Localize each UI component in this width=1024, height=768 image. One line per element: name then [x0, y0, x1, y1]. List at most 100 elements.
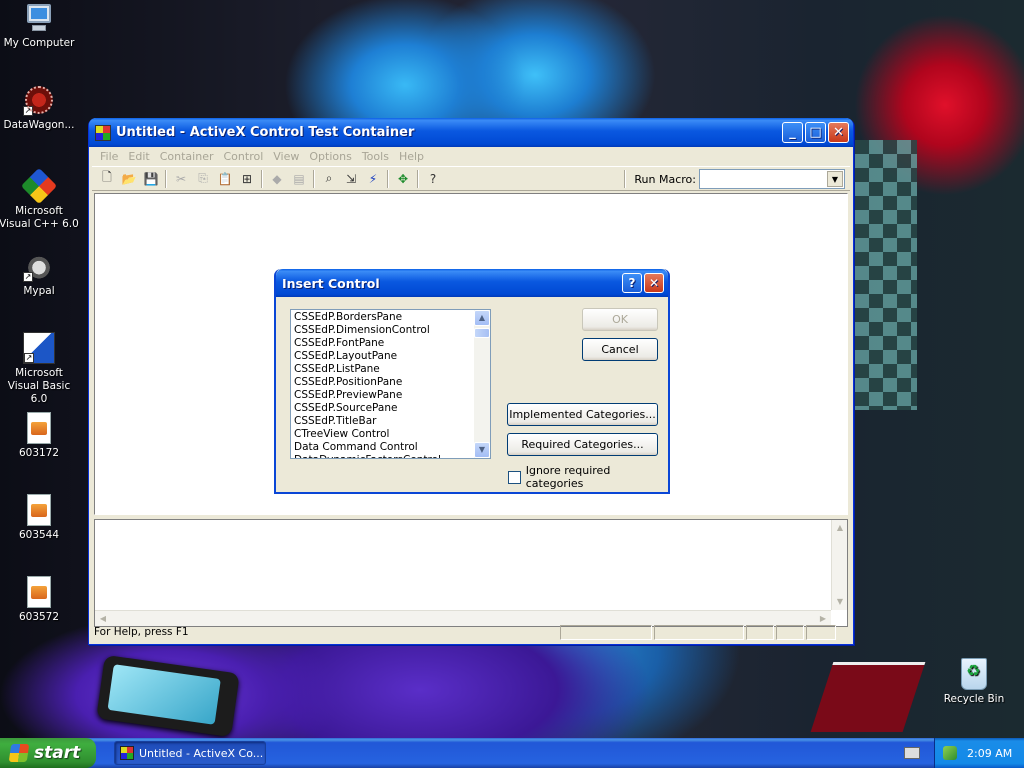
- chevron-down-icon[interactable]: ▼: [827, 171, 843, 187]
- dialog-help-button[interactable]: ?: [622, 273, 642, 293]
- controls-list: CSSEdP.BordersPane CSSEdP.DimensionContro…: [293, 311, 473, 458]
- ok-button[interactable]: OK: [582, 308, 658, 331]
- desktop-icon-label: 603172: [18, 447, 60, 459]
- close-button[interactable]: ✕: [828, 122, 849, 143]
- desktop-icon-603544[interactable]: 603544: [0, 494, 80, 542]
- list-item[interactable]: CSSEdP.BordersPane: [293, 311, 473, 324]
- scroll-down-icon[interactable]: ▼: [474, 442, 490, 458]
- list-item[interactable]: Data Command Control: [293, 441, 473, 454]
- list-item[interactable]: CSSEdP.PreviewPane: [293, 389, 473, 402]
- output-pane[interactable]: ▲ ▼ ◀ ▶: [94, 519, 848, 627]
- menu-file[interactable]: File: [95, 150, 123, 163]
- listbox-scrollbar[interactable]: ▲ ▼: [474, 310, 490, 458]
- desktop-icon-visual-cpp[interactable]: Microsoft Visual C++ 6.0: [0, 167, 80, 231]
- list-item[interactable]: CSSEdP.TitleBar: [293, 415, 473, 428]
- scroll-thumb[interactable]: [474, 328, 490, 338]
- toolbar-separator: [624, 170, 627, 188]
- help-icon[interactable]: ?: [422, 168, 444, 190]
- menu-view[interactable]: View: [268, 150, 304, 163]
- activex-app-icon: [120, 746, 134, 760]
- activex-app-icon[interactable]: [95, 124, 111, 141]
- dialog-title: Insert Control: [282, 275, 380, 291]
- taskbar: start Untitled - ActiveX Co... 2:09 AM: [0, 738, 1024, 768]
- list-item[interactable]: CSSEdP.LayoutPane: [293, 350, 473, 363]
- minimize-button[interactable]: _: [782, 122, 803, 143]
- toolbar-separator: [417, 169, 419, 188]
- menu-options[interactable]: Options: [304, 150, 356, 163]
- run-macro-label: Run Macro:: [634, 172, 696, 186]
- desktop-icon-label: Microsoft Visual Basic 6.0: [7, 367, 71, 405]
- scroll-up-icon[interactable]: ▲: [832, 520, 848, 536]
- desktop-icon-visual-basic[interactable]: ↗ Microsoft Visual Basic 6.0: [0, 332, 80, 406]
- menu-control[interactable]: Control: [219, 150, 269, 163]
- status-pane: [654, 624, 744, 640]
- save-stream-icon[interactable]: ⇲: [340, 168, 362, 190]
- list-item[interactable]: CSSEdP.PositionPane: [293, 376, 473, 389]
- open-icon[interactable]: 📂: [118, 168, 140, 190]
- list-item[interactable]: CSSEdP.SourcePane: [293, 402, 473, 415]
- keyboard-icon[interactable]: [904, 747, 920, 759]
- start-button[interactable]: start: [0, 738, 96, 768]
- paste-icon[interactable]: 📋: [214, 168, 236, 190]
- system-tray: 2:09 AM: [934, 738, 1024, 768]
- properties-icon[interactable]: ▤: [288, 168, 310, 190]
- menu-help[interactable]: Help: [394, 150, 429, 163]
- desktop-icon-603572[interactable]: 603572: [0, 576, 80, 624]
- run-macro-combo[interactable]: ▼: [699, 169, 845, 189]
- desktop-icon-datawagon[interactable]: ↗ DataWagon...: [0, 84, 80, 132]
- main-window-titlebar[interactable]: Untitled - ActiveX Control Test Containe…: [89, 118, 853, 147]
- computer-icon: [23, 2, 55, 34]
- dialog-close-button[interactable]: ✕: [644, 273, 664, 293]
- events-icon[interactable]: ⚡: [362, 168, 384, 190]
- list-item[interactable]: CSSEdP.ListPane: [293, 363, 473, 376]
- clock[interactable]: 2:09 AM: [967, 747, 1012, 760]
- new-icon[interactable]: 🗋: [96, 168, 118, 190]
- main-window-title: Untitled - ActiveX Control Test Containe…: [116, 125, 415, 140]
- taskbar-item-label: Untitled - ActiveX Co...: [139, 746, 264, 760]
- cut-icon[interactable]: ✂: [170, 168, 192, 190]
- menu-container[interactable]: Container: [155, 150, 219, 163]
- controls-listbox[interactable]: CSSEdP.BordersPane CSSEdP.DimensionContro…: [290, 309, 491, 459]
- save-icon[interactable]: 💾: [140, 168, 162, 190]
- list-item[interactable]: DataDynamicFactorsControl: [293, 454, 473, 458]
- recycle-bin-icon: [961, 658, 987, 690]
- list-item[interactable]: CSSEdP.DimensionControl: [293, 324, 473, 337]
- design-mode-icon[interactable]: ⌕: [318, 168, 340, 190]
- menu-edit[interactable]: Edit: [123, 150, 154, 163]
- insert-control-icon[interactable]: ⊞: [236, 168, 258, 190]
- desktop-icon-my-computer[interactable]: My Computer: [0, 2, 80, 50]
- scroll-down-icon[interactable]: ▼: [832, 594, 848, 610]
- file-icon: [27, 576, 51, 608]
- status-pane: [776, 624, 804, 640]
- network-icon[interactable]: [943, 746, 957, 760]
- implemented-categories-button[interactable]: Implemented Categories...: [507, 403, 658, 426]
- desktop-icon-recycle-bin[interactable]: Recycle Bin: [933, 658, 1015, 706]
- list-item[interactable]: CSSEdP.FontPane: [293, 337, 473, 350]
- toolbar-separator: [261, 169, 263, 188]
- resize-icon[interactable]: ✥: [392, 168, 414, 190]
- menu-tools[interactable]: Tools: [357, 150, 394, 163]
- output-vertical-scrollbar[interactable]: ▲ ▼: [831, 520, 847, 610]
- dialog-titlebar[interactable]: Insert Control ? ✕: [276, 269, 668, 297]
- toolbar-separator: [165, 169, 167, 188]
- desktop-icon-label: 603572: [18, 611, 60, 623]
- scroll-up-icon[interactable]: ▲: [474, 310, 490, 326]
- wallpaper-guitar: [810, 662, 926, 732]
- copy-icon[interactable]: ⎘: [192, 168, 214, 190]
- cancel-button[interactable]: Cancel: [582, 338, 658, 361]
- list-item[interactable]: CTreeView Control: [293, 428, 473, 441]
- visual-basic-icon: ↗: [23, 332, 55, 364]
- raccoon-icon: ↗: [23, 250, 55, 282]
- desktop-icon-mypal[interactable]: ↗ Mypal: [0, 250, 80, 298]
- status-bar: For Help, press F1: [92, 623, 850, 641]
- required-categories-button[interactable]: Required Categories...: [507, 433, 658, 456]
- file-icon: [27, 494, 51, 526]
- desktop-icon-603172[interactable]: 603172: [0, 412, 80, 460]
- desktop-icon-label: DataWagon...: [3, 119, 75, 131]
- invoke-methods-icon[interactable]: ◆: [266, 168, 288, 190]
- maximize-button[interactable]: □: [805, 122, 826, 143]
- taskbar-item-activex[interactable]: Untitled - ActiveX Co...: [114, 741, 266, 765]
- checkbox-box[interactable]: [508, 470, 521, 484]
- ignore-required-checkbox[interactable]: Ignore required categories: [508, 464, 668, 490]
- toolbar-separator: [387, 169, 389, 188]
